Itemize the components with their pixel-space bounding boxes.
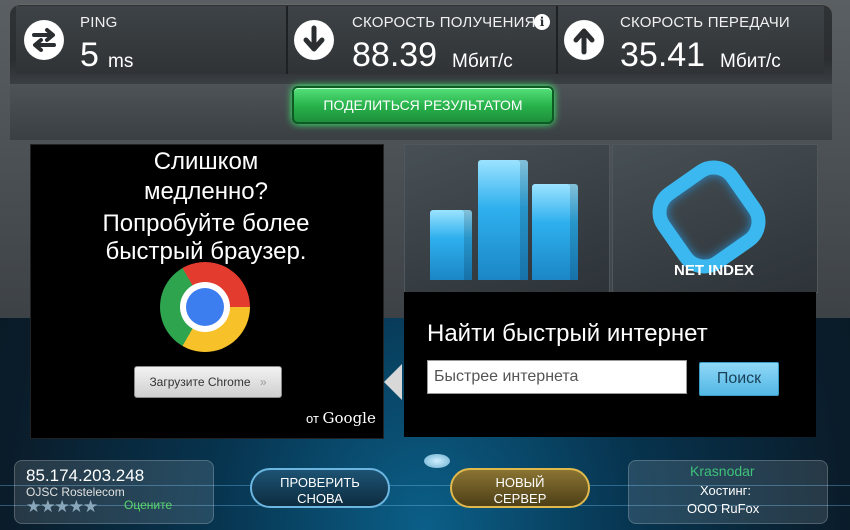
bar-chart-icon [430,156,582,280]
download-value: 88.39 [352,36,438,74]
arrow-up-icon [564,20,604,60]
ping-unit: ms [108,51,134,72]
ping-label: PING [80,14,118,31]
hosting-label: Хостинг: [700,483,752,498]
google-logo: Google [322,409,376,427]
ping-cell: PING 5 ms [16,6,286,74]
upload-unit: Мбит/с [720,51,781,72]
new-server-line: СЕРВЕР [493,491,547,506]
retest-button[interactable]: ПРОВЕРИТЬ СНОВА [250,468,390,508]
ip-address: 85.174.203.248 [26,466,145,485]
by-label: от [306,411,319,426]
bar-icon-part [532,184,578,280]
star-icon[interactable]: ★ [83,497,98,516]
download-unit: Мбит/с [452,51,513,72]
upload-value: 35.41 [620,36,706,74]
rate-label: Оцените [124,498,173,512]
location-pin-icon [424,454,450,468]
upload-label: СКОРОСТЬ ПЕРЕДАЧИ [620,14,790,31]
pointer-arrow [384,364,402,400]
search-title: Найти быстрый интернет [427,320,708,347]
ad-line: Слишком [153,148,259,175]
net-index-logo-icon [640,148,778,286]
retest-line: СНОВА [297,491,343,506]
star-icon[interactable]: ★ [55,497,70,516]
info-icon[interactable]: i [534,14,550,30]
speedtest-app: PING 5 ms СКОРОСТЬ ПОЛУЧЕНИЯ i 88.39 Мби… [0,0,850,530]
chrome-logo-icon [160,262,250,352]
search-button[interactable]: Поиск [699,362,779,396]
ping-value: 5 [80,36,99,74]
star-icon[interactable]: ★ [26,497,41,516]
new-server-button[interactable]: НОВЫЙ СЕРВЕР [450,468,590,508]
arrow-down-icon [294,20,334,60]
ad-line: медленно? [144,178,268,205]
arrows-swap-icon [24,20,64,60]
star-icon[interactable]: ★ [69,497,84,516]
upload-cell: СКОРОСТЬ ПЕРЕДАЧИ 35.41 Мбит/с [558,6,824,74]
net-index-label: NET INDEX [673,262,754,279]
download-cell: СКОРОСТЬ ПОЛУЧЕНИЯ i 88.39 Мбит/с [288,6,556,74]
host-name: ООО RuFox [687,501,760,516]
bar-icon-part [478,160,528,280]
retest-line: ПРОВЕРИТЬ [280,475,360,490]
bar-icon-part [430,210,472,280]
download-chrome-label: Загрузите Chrome [149,375,251,389]
double-chevron-icon: » [259,375,267,389]
by-google: от Google [306,409,376,427]
share-result-button[interactable]: ПОДЕЛИТЬСЯ РЕЗУЛЬТАТОМ [292,86,554,124]
server-city: Krasnodar [690,463,755,479]
star-icon[interactable]: ★ [40,497,55,516]
download-label: СКОРОСТЬ ПОЛУЧЕНИЯ [352,14,536,31]
download-chrome-button[interactable]: Загрузите Chrome » [134,366,282,398]
ad-line: Попробуйте более [102,210,310,237]
new-server-line: НОВЫЙ [495,475,545,490]
rating-stars[interactable]: ★★★★★ [26,497,98,517]
search-input[interactable] [427,360,687,394]
